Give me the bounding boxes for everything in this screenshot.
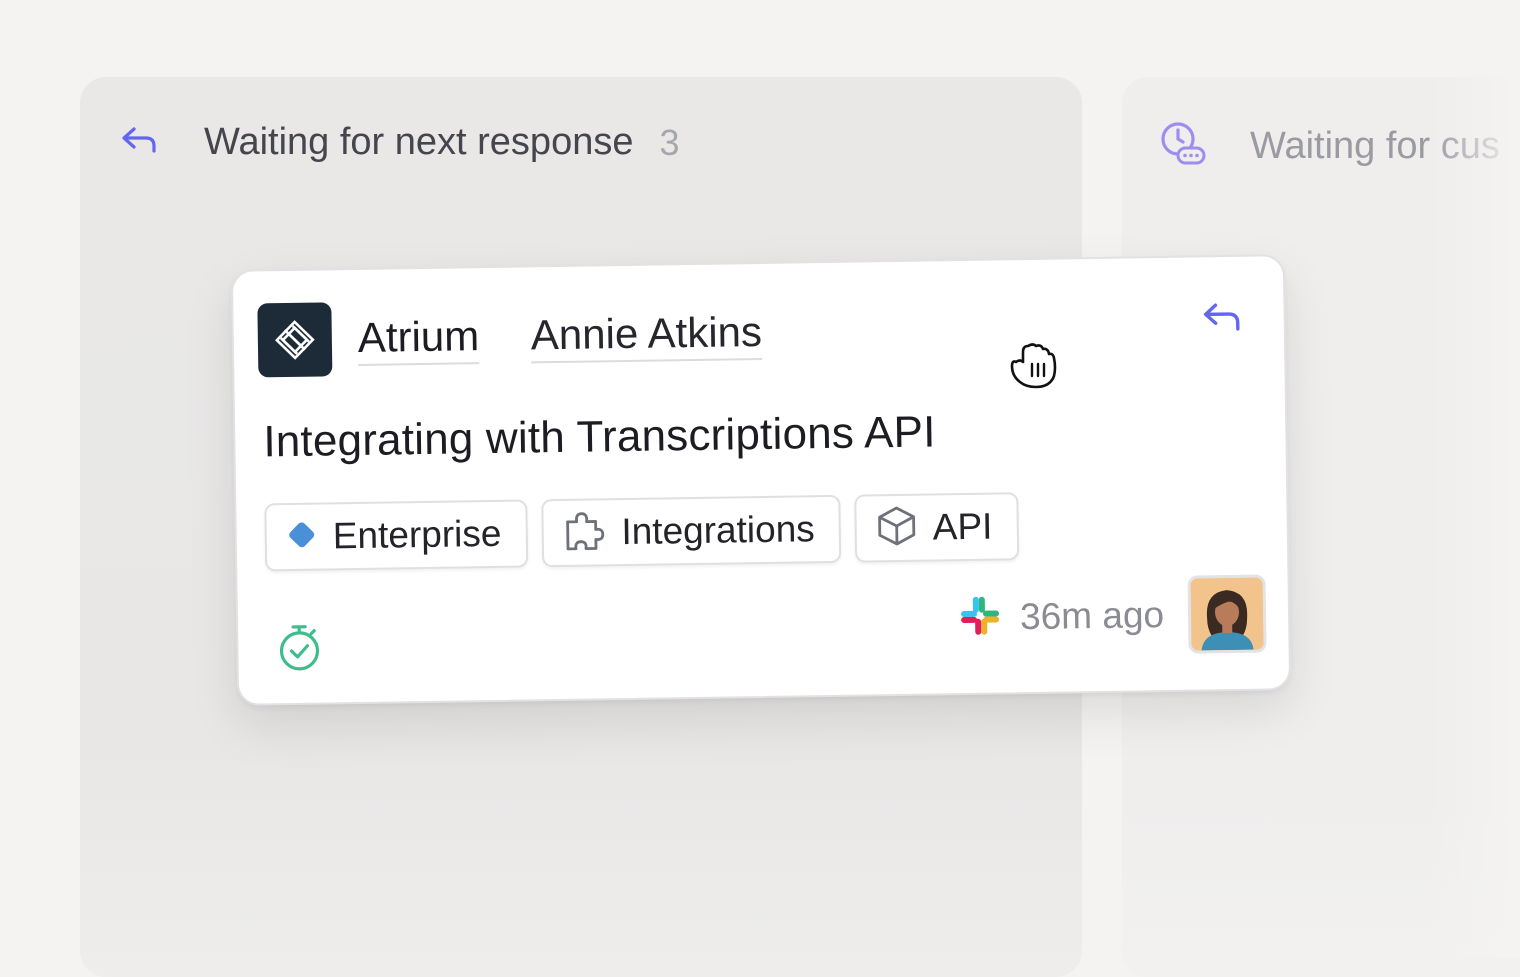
tag-integrations[interactable]: Integrations	[540, 494, 842, 568]
tag-label: Integrations	[621, 508, 816, 553]
card-footer: 36m ago	[957, 574, 1267, 658]
tag-api[interactable]: API	[854, 492, 1019, 563]
reply-arrow-icon	[120, 125, 158, 160]
ticket-card[interactable]: Atrium Annie Atkins Integrating with Tra…	[230, 254, 1292, 706]
slack-icon	[958, 593, 1003, 643]
diamond-icon	[285, 517, 320, 557]
contact-name[interactable]: Annie Atkins	[530, 307, 763, 364]
timer-check-icon	[276, 623, 323, 679]
company-name[interactable]: Atrium	[357, 312, 480, 366]
tag-enterprise[interactable]: Enterprise	[264, 499, 528, 572]
reply-arrow-icon	[1201, 301, 1242, 339]
avatar[interactable]	[1187, 574, 1267, 654]
ticket-title: Integrating with Transcriptions API	[263, 407, 936, 467]
tag-label: Enterprise	[332, 512, 502, 557]
edge-fade	[1430, 0, 1520, 958]
clock-chat-icon	[1160, 121, 1206, 172]
timestamp: 36m ago	[1019, 594, 1165, 638]
grab-cursor-icon	[1006, 340, 1060, 395]
tag-label: API	[932, 505, 993, 548]
column-title: Waiting for next response	[204, 121, 634, 163]
puzzle-icon	[561, 507, 608, 559]
company-logo	[257, 302, 333, 378]
column-count: 3	[659, 121, 680, 163]
column-header: Waiting for next response 3	[120, 121, 680, 164]
cube-icon	[874, 503, 919, 553]
tag-list: Enterprise Integrations API	[264, 492, 1019, 572]
